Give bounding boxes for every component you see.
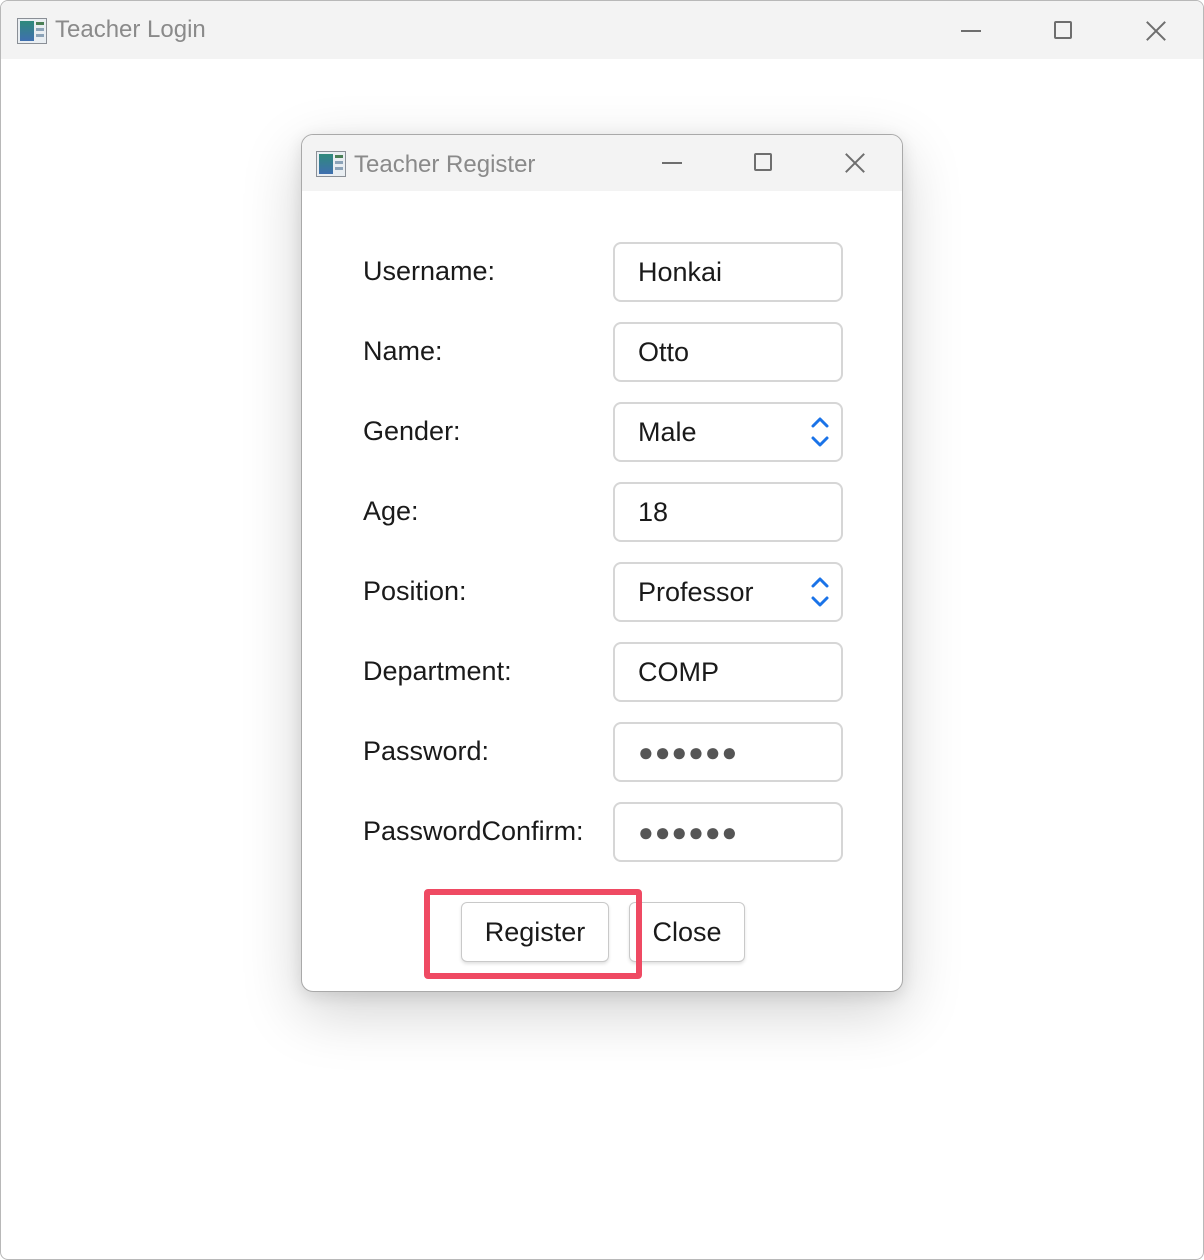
password-field[interactable]: ●●●●●●: [613, 722, 843, 782]
register-button[interactable]: Register: [461, 902, 609, 962]
gender-value: Male: [638, 417, 697, 447]
password-label: Password:: [363, 736, 490, 766]
spinner-up-down-icon[interactable]: [809, 412, 831, 452]
dialog-title: Teacher Register: [354, 151, 536, 178]
teacher-register-dialog: Teacher Register Username: Honkai Name: …: [301, 134, 903, 992]
close-button[interactable]: Close: [629, 902, 745, 962]
app-icon: [316, 151, 346, 177]
username-field[interactable]: Honkai: [613, 242, 843, 302]
minimize-icon: [961, 30, 981, 32]
outer-minimize-button[interactable]: [951, 11, 991, 51]
dialog-titlebar: Teacher Register: [302, 135, 902, 191]
username-label: Username:: [363, 256, 496, 286]
outer-close-button[interactable]: [1136, 11, 1176, 51]
dialog-maximize-button[interactable]: [743, 143, 783, 183]
position-spinner[interactable]: Professor: [613, 562, 843, 622]
gender-spinner[interactable]: Male: [613, 402, 843, 462]
name-field[interactable]: Otto: [613, 322, 843, 382]
name-label: Name:: [363, 336, 443, 366]
outer-titlebar: Teacher Login: [1, 1, 1203, 59]
age-field[interactable]: 18: [613, 482, 843, 542]
maximize-icon: [1054, 21, 1072, 39]
outer-window-title: Teacher Login: [55, 16, 206, 43]
maximize-icon: [754, 153, 772, 171]
outer-maximize-button[interactable]: [1043, 11, 1083, 51]
age-label: Age:: [363, 496, 419, 526]
dialog-close-button[interactable]: [835, 143, 875, 183]
minimize-icon: [662, 162, 682, 164]
spinner-up-down-icon[interactable]: [809, 572, 831, 612]
department-label: Department:: [363, 656, 512, 686]
dialog-minimize-button[interactable]: [652, 143, 692, 183]
app-icon: [17, 18, 47, 44]
password-confirm-field[interactable]: ●●●●●●: [613, 802, 843, 862]
position-value: Professor: [638, 577, 754, 607]
password-confirm-label: PasswordConfirm:: [363, 816, 584, 846]
position-label: Position:: [363, 576, 467, 606]
gender-label: Gender:: [363, 416, 461, 446]
department-field[interactable]: COMP: [613, 642, 843, 702]
